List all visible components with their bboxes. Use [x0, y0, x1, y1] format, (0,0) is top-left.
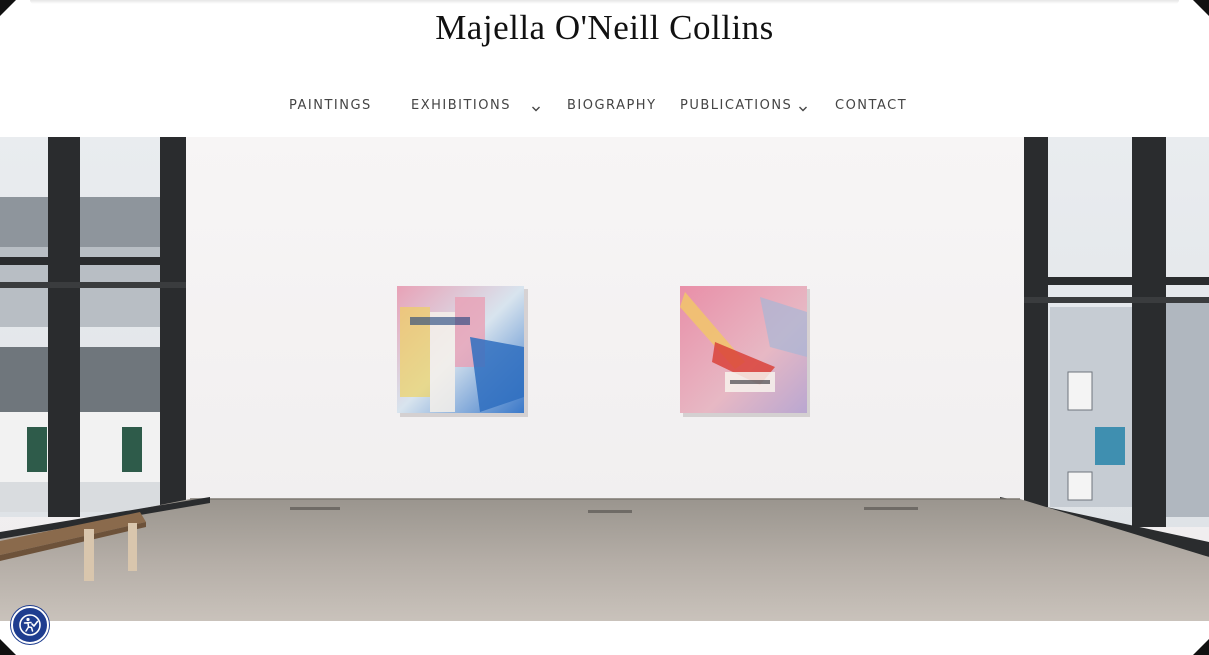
accessibility-widget-button[interactable]: [11, 606, 49, 644]
painting-left: [397, 286, 528, 417]
chevron-down-icon[interactable]: [531, 101, 541, 112]
accessibility-icon: [19, 614, 41, 636]
nav-item-publications[interactable]: PUBLICATIONS: [680, 96, 792, 116]
site-title-link[interactable]: Majella O'Neill Collins: [0, 8, 1209, 48]
painting-right: [680, 286, 810, 417]
nav-item-contact[interactable]: CONTACT: [835, 96, 907, 116]
right-window: [1000, 137, 1209, 557]
screen-corner: [0, 639, 16, 655]
nav-item-biography[interactable]: BIOGRAPHY: [567, 96, 657, 116]
nav-item-exhibitions[interactable]: EXHIBITIONS: [411, 96, 511, 116]
main-navigation: PAINTINGS EXHIBITIONS BIOGRAPHY PUBLICAT…: [0, 96, 1209, 116]
screen-corner: [1193, 639, 1209, 655]
nav-item-paintings[interactable]: PAINTINGS: [289, 96, 372, 116]
hero-gallery-image: [0, 137, 1209, 621]
page: Majella O'Neill Collins PAINTINGS EXHIBI…: [0, 0, 1209, 655]
header-shadow: [30, 0, 1179, 4]
gallery-floor: [0, 499, 1209, 621]
left-window: [0, 137, 186, 517]
chevron-down-icon[interactable]: [798, 101, 808, 112]
